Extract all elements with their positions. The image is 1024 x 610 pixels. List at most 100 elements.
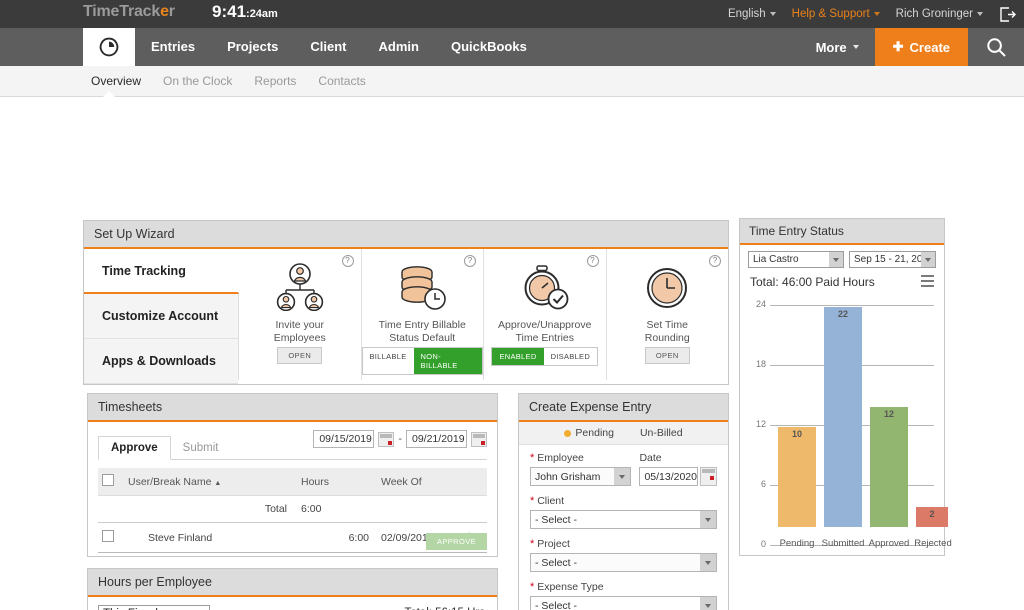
tab-un-billed[interactable]: Un-Billed [640,427,683,439]
date-to-input[interactable]: 09/21/2019 [406,430,467,448]
logout-button[interactable] [999,6,1016,22]
current-time: 9:41:24am [212,2,278,22]
subnav-item-overview[interactable]: Overview [80,74,152,88]
timesheets-body: 09/15/2019 - 09/21/2019 Approve Submit U… [88,422,497,553]
language-selector[interactable]: English [728,8,776,20]
expense-type-label-text: Expense Type [537,581,604,593]
date-range-filter-select[interactable]: Sep 15 - 21, 2019 [849,251,936,268]
wizard-step-invite-employees: ? Invite your Employees OPEN [239,249,361,380]
nav-links: Entries Projects Client Admin QuickBooks [135,28,543,66]
employee-filter-value: Lia Castro [753,254,799,265]
wizard-tab-apps-downloads[interactable]: Apps & Downloads [84,339,238,384]
date-input[interactable]: 05/13/2020 [639,467,698,486]
column-week-of[interactable]: Week Of [377,468,487,496]
date-from-input[interactable]: 09/15/2019 [313,430,375,448]
page-content: Set Up Wizard Time Tracking Customize Ac… [0,97,1024,610]
expense-type-field: * Expense Type - Select - [530,581,717,610]
required-marker: * [530,495,535,507]
nav-item-client[interactable]: Client [294,28,362,66]
create-expense-entry-title: Create Expense Entry [519,394,728,422]
expense-type-select[interactable]: - Select - [530,596,717,610]
toggle-option-disabled[interactable]: DISABLED [543,348,598,365]
time-rounding-open-button[interactable]: OPEN [644,347,690,364]
date-field: Date 05/13/2020 [639,452,717,486]
nav-item-admin[interactable]: Admin [363,28,435,66]
date-range-select[interactable]: This Fiscal Quarter-t [98,605,210,610]
employee-select[interactable]: John Grisham [530,467,632,486]
bar-submitted[interactable] [824,307,862,527]
calendar-icon[interactable] [471,431,487,447]
expense-form: * Employee John Grisham Date 05/13/2020 … [519,445,728,610]
user-menu[interactable]: Rich Groninger [896,8,983,20]
search-button[interactable] [968,28,1024,66]
wizard-step-line2: Status Default [389,332,456,344]
help-icon[interactable]: ? [586,255,599,267]
subnav-item-reports[interactable]: Reports [243,74,307,88]
employee-filter-select[interactable]: Lia Castro [748,251,844,268]
setup-wizard-body: Time Tracking Customize Account Apps & D… [84,249,728,384]
time-hhmm: 9:41 [212,2,247,21]
wizard-step-label: Invite your Employees [274,319,326,347]
project-label: * Project [530,538,717,550]
invite-employees-open-button[interactable]: OPEN [277,347,323,364]
toggle-option-billable[interactable]: BILLABLE [362,348,414,374]
more-menu-button[interactable]: More [800,28,875,66]
y-tick-6: 6 [760,479,766,489]
calendar-icon[interactable] [378,431,395,447]
top-bar-right: English Help & Support Rich Groninger [728,0,1016,28]
nav-home-clock-tab[interactable] [83,28,135,66]
create-button[interactable]: ✚ Create [874,28,968,66]
help-icon[interactable]: ? [709,255,721,267]
wizard-tab-label: Time Tracking [102,263,186,278]
language-label: English [727,8,766,20]
help-support-menu[interactable]: Help & Support [792,8,880,20]
wizard-step-approve-entries: ? Approve/Unapprove Time Entries ENABLED… [483,249,606,380]
wizard-tab-customize-account[interactable]: Customize Account [84,294,238,339]
bar-pending[interactable] [778,427,816,527]
wizard-step-billable-default: ? Time Entry Billable Status Default BIL… [360,249,483,380]
table-header-row: User/Break Name ▲ Hours Week Of [98,468,487,496]
wizard-tab-time-tracking[interactable]: Time Tracking [84,249,239,294]
column-label: User/Break Name [128,475,212,488]
tab-pending[interactable]: Pending [564,427,614,439]
chart-menu-icon[interactable] [921,275,934,290]
calendar-icon[interactable] [700,467,717,486]
select-all-checkbox[interactable] [102,474,114,486]
date-range-separator: - [398,433,402,445]
select-all-header [98,468,124,496]
project-select[interactable]: - Select - [530,553,717,572]
chevron-down-icon [769,12,776,16]
user-name-label: Rich Groninger [895,8,973,20]
x-label-pending: Pending [779,538,815,549]
nav-item-projects[interactable]: Projects [211,28,294,66]
tab-submit[interactable]: Submit [171,437,231,459]
bar-approved[interactable] [870,407,908,527]
nav-item-entries[interactable]: Entries [135,28,211,66]
sub-navigation: Overview On the Clock Reports Contacts [0,66,1024,97]
column-user-break-name[interactable]: User/Break Name ▲ [124,468,297,496]
client-label: * Client [530,495,717,507]
nav-item-quickbooks[interactable]: QuickBooks [435,28,543,66]
sort-asc-icon: ▲ [214,479,222,487]
required-marker: * [530,538,535,550]
help-icon[interactable]: ? [341,255,354,267]
approve-button[interactable]: APPROVE [425,533,487,550]
project-label-text: Project [537,538,570,550]
help-icon[interactable]: ? [464,255,476,267]
brand-text-post: r [168,3,175,20]
column-hours[interactable]: Hours [297,468,377,496]
logout-icon [1000,6,1016,22]
tab-approve[interactable]: Approve [98,436,171,460]
wizard-step-line2: Employees [273,332,326,344]
row-select-cell [98,522,124,553]
y-tick-0: 0 [760,539,766,549]
setup-wizard-title: Set Up Wizard [84,221,728,249]
subnav-item-on-the-clock[interactable]: On the Clock [152,74,243,88]
client-select[interactable]: - Select - [530,510,717,529]
toggle-option-non-billable[interactable]: NON-BILLABLE [413,348,482,374]
toggle-option-enabled[interactable]: ENABLED [492,348,544,365]
row-checkbox[interactable] [102,530,114,542]
wizard-step-line2: Rounding [644,332,690,344]
wizard-step-line1: Set Time [646,319,688,331]
subnav-item-contacts[interactable]: Contacts [307,74,376,88]
